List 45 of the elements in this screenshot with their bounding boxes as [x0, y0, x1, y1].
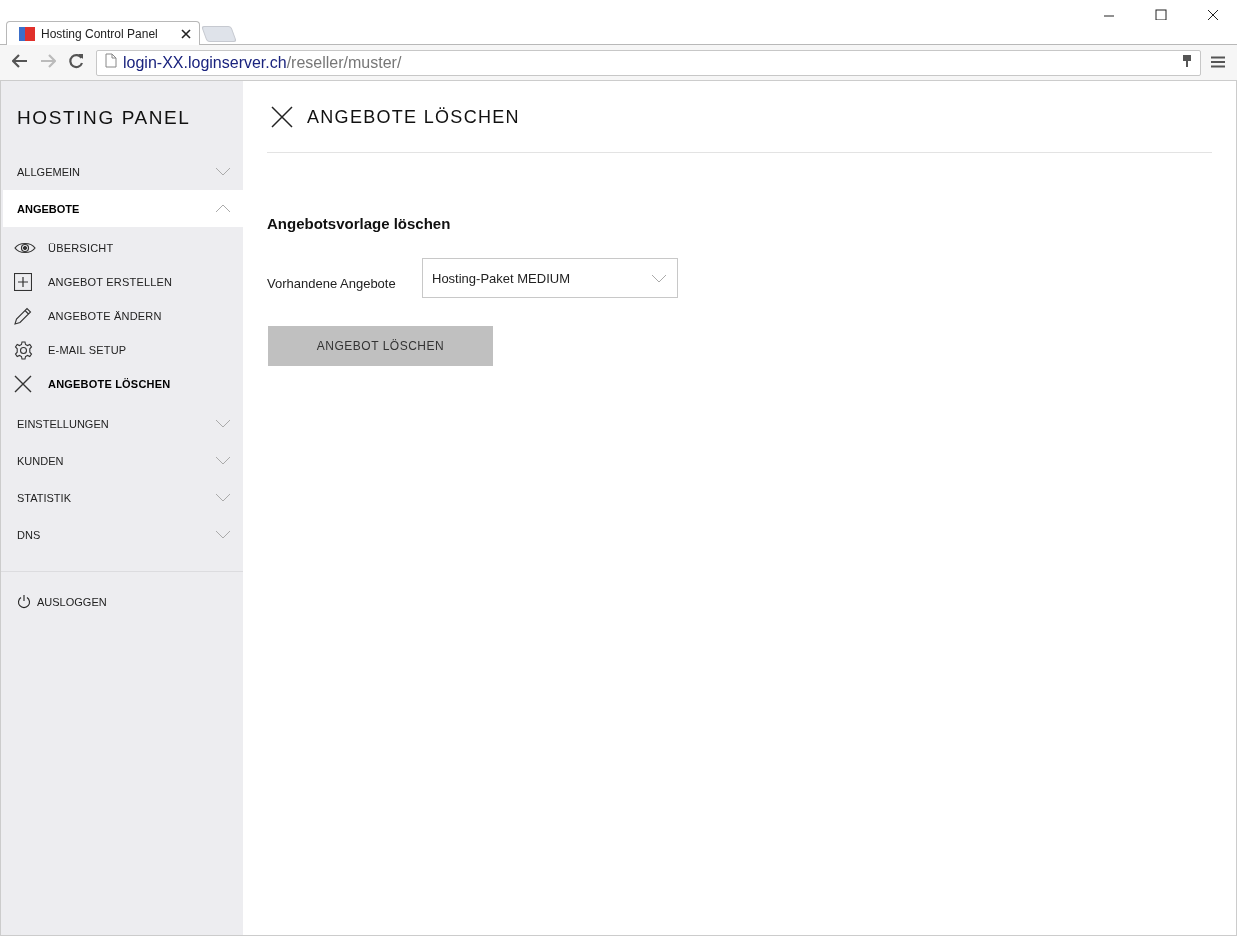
nav-section[interactable]: DNS — [1, 516, 243, 553]
nav-item[interactable]: E-MAIL SETUP — [1, 333, 243, 367]
cross-icon — [271, 106, 293, 128]
page-title: ANGEBOTE LÖSCHEN — [307, 106, 520, 128]
cross-icon — [14, 375, 32, 393]
tab-title: Hosting Control Panel — [41, 26, 159, 41]
reload-icon[interactable] — [68, 52, 84, 69]
chevron-icon — [651, 273, 667, 283]
field-label: Vorhandene Angebote — [267, 274, 397, 291]
chevron-icon — [215, 493, 231, 502]
pencil-icon — [14, 307, 32, 325]
chevron-icon — [215, 419, 231, 428]
gear-icon — [14, 340, 33, 360]
chevron-icon — [215, 167, 231, 176]
favicon-icon — [19, 26, 35, 41]
nav-section[interactable]: ANGEBOTE — [3, 190, 243, 227]
chevron-icon — [215, 530, 231, 539]
back-icon[interactable] — [12, 53, 28, 68]
eye-icon — [14, 241, 36, 255]
plus-icon — [14, 273, 32, 291]
nav-section[interactable]: STATISTIK — [1, 479, 243, 516]
close-icon[interactable] — [181, 28, 191, 39]
url-text: login-XX.loginserver.ch/reseller/muster/ — [123, 53, 402, 72]
chevron-icon — [215, 456, 231, 465]
browser-tab[interactable]: Hosting Control Panel — [6, 21, 200, 45]
nav-item[interactable]: ÜBERSICHT — [1, 231, 243, 265]
power-icon — [17, 594, 31, 609]
address-bar[interactable]: login-XX.loginserver.ch/reseller/muster/ — [96, 49, 1201, 76]
nav-item[interactable]: ANGEBOTE LÖSCHEN — [1, 367, 243, 401]
logout-link[interactable]: AUSLOGGEN — [1, 572, 243, 631]
brand-title: HOSTING PANEL — [16, 106, 192, 130]
maximize-icon[interactable] — [1155, 8, 1167, 20]
nav-section[interactable]: KUNDEN — [1, 442, 243, 479]
close-icon[interactable] — [1207, 8, 1219, 20]
page-icon — [105, 53, 117, 68]
nav-item[interactable]: ANGEBOT ERSTELLEN — [1, 265, 243, 299]
offer-dropdown[interactable]: Hosting-Paket MEDIUM — [422, 258, 678, 298]
nav-item[interactable]: ANGEBOTE ÄNDERN — [1, 299, 243, 333]
menu-icon[interactable] — [1211, 55, 1225, 68]
nav-section[interactable]: ALLGEMEIN — [1, 153, 243, 190]
chevron-icon — [215, 204, 231, 213]
section-heading: Angebotsvorlage löschen — [267, 215, 452, 232]
key-icon[interactable] — [1182, 53, 1192, 68]
delete-offer-button[interactable]: ANGEBOT LÖSCHEN — [268, 326, 493, 366]
nav-section[interactable]: EINSTELLUNGEN — [1, 405, 243, 442]
